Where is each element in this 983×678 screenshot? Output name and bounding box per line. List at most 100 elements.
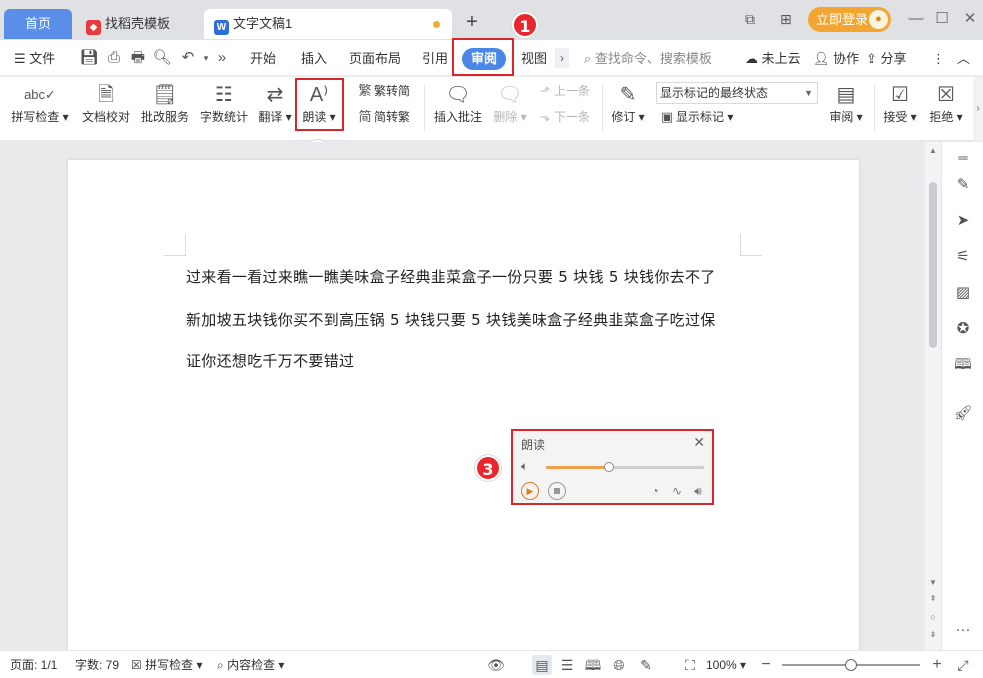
undo-icon[interactable]: ↶ [178,48,198,68]
spell-check-status[interactable]: ☒ 拼写检查 ▾ [131,657,202,673]
prev-page-icon[interactable]: ⇞ [925,594,941,603]
more-tabs-arrow-icon[interactable]: › [555,48,569,68]
pen-icon[interactable]: ✎ [953,175,973,195]
document-text-line[interactable]: 过来看一看过来瞧一瞧美味盒子经典韭菜盒子一份只要 5 块钱 5 块钱你去不了 [186,266,716,287]
trad-to-simp-button[interactable]: 繁繁转简 [356,81,410,101]
scroll-up-icon[interactable]: ▲ [925,146,941,155]
volume-icon[interactable]: 🔈︎ [521,459,528,474]
volume-slider-handle[interactable] [604,462,615,472]
image-edit-icon[interactable]: ▨ [953,283,973,303]
status-bar: 页面: 1/1 字数: 79 ☒ 拼写检查 ▾ ⌕ 内容检查 ▾ 👁︎ ▤ ☰ … [0,650,983,678]
review-pane-icon: ▤ [836,84,856,106]
document-text-line[interactable]: 证你还想吃千万不要错过 [186,350,354,371]
more-options-icon[interactable]: ⋮ [932,48,945,70]
ribbon-scroll-right-icon[interactable]: › [973,77,983,141]
export-pdf-icon[interactable]: ⎙ [104,48,124,68]
revise-button[interactable]: ✎ 修订 ▾ [608,81,648,133]
close-icon[interactable]: ✕ [693,434,705,451]
collab-button[interactable]: 👤︎ 协作 [813,48,859,70]
play-icon[interactable]: ▶ [521,482,539,500]
volume-slider[interactable] [546,462,704,472]
write-mode-icon[interactable]: ✎ [636,655,656,675]
doc-proof-button[interactable]: 🗎︎ 文档校对 [79,81,133,133]
share-button[interactable]: ⇪ 分享 [866,48,907,70]
trad-to-simp-label: 繁转简 [374,84,411,98]
next-comment-icon: ⬎ [539,109,551,124]
tab-start[interactable]: 开始 [250,48,276,70]
translate-button[interactable]: ⇄ 翻译 ▾ [255,81,295,133]
delete-comment-button[interactable]: 🗨︎ 删除 ▾ [490,81,530,133]
page-view-icon[interactable]: ▤ [532,655,552,675]
scroll-down-icon[interactable]: ▼ [925,578,941,587]
reject-button[interactable]: ☒ 拒绝 ▾ [926,81,966,133]
tab-home[interactable]: 首页 [4,9,72,39]
save-icon[interactable]: 💾︎ [79,48,99,68]
show-markup-button[interactable]: ▣ 显示标记 ▾ [658,107,734,127]
document-page[interactable]: 过来看一看过来瞧一瞧美味盒子经典韭菜盒子一份只要 5 块钱 5 块钱你去不了 新… [68,160,859,650]
vertical-scrollbar[interactable]: ▲ ▼ ⇞ ○ ⇟ [925,142,941,650]
word-count-button[interactable]: ☷ 字数统计 [197,81,251,133]
rocket-icon[interactable]: 🚀︎ [953,404,973,424]
word-count[interactable]: 字数: 79 [75,657,119,673]
fit-page-icon[interactable]: ⛶ [680,655,700,675]
tab-insert[interactable]: 插入 [301,48,327,70]
prev-comment-button[interactable]: ⬏ 上一条 [536,81,590,101]
cloud-status[interactable]: ☁ 未上云 [745,48,801,70]
new-tab-button[interactable]: + [460,10,484,34]
next-comment-button[interactable]: ⬎ 下一条 [536,107,590,127]
more-quick-icon[interactable]: » [212,48,232,68]
outline-view-icon[interactable]: ☰ [557,655,577,675]
minimize-icon[interactable]: — [904,8,928,30]
fullscreen-icon[interactable]: ⤢ [953,655,973,675]
print-icon[interactable]: 🖶︎ [128,48,148,68]
volume-slider-fill [546,466,610,469]
scrollbar-thumb[interactable] [929,182,937,348]
collapse-ribbon-icon[interactable]: ︿ [957,48,970,70]
simp-to-trad-button[interactable]: 简简转繁 [356,107,410,127]
markup-state-select[interactable]: 显示标记的最终状态 ▼ [656,82,818,104]
stop-icon[interactable] [548,482,566,500]
next-page-icon[interactable]: ⇟ [925,630,941,639]
reading-view-icon[interactable]: 🕮︎ [583,655,603,675]
tab-document[interactable]: W 文字文稿1 [204,9,452,39]
cursor-icon[interactable]: ➤ [953,211,973,231]
spell-check-button[interactable]: abc✓ 拼写检查 ▾ [8,81,72,133]
print-preview-icon[interactable]: 🔍︎ [152,48,172,68]
file-menu[interactable]: ☰ 文件 [14,48,55,70]
voice-wave-icon[interactable]: ∿ [669,482,685,500]
tab-view[interactable]: 视图 [521,48,547,70]
eye-protect-icon[interactable]: 👁︎ [486,655,506,675]
zoom-slider-handle[interactable] [845,659,857,671]
document-text-line[interactable]: 新加坡五块钱你买不到高压锅 5 块钱只要 5 块钱美味盒子经典韭菜盒子吃过保 [186,309,716,330]
insert-comment-button[interactable]: 🗨︎ 插入批注 [430,81,486,133]
web-view-icon[interactable]: 🌐︎ [609,655,629,675]
dual-window-icon[interactable]: ⧉ [745,8,755,30]
content-check-status[interactable]: ⌕ 内容检查 ▾ [217,657,284,673]
zoom-level[interactable]: 100% ▾ [706,657,746,673]
maximize-icon[interactable]: ☐ [930,8,954,30]
tab-references[interactable]: 引用 [422,48,448,70]
select-browse-icon[interactable]: ○ [925,612,941,622]
more-icon[interactable]: ··· [953,620,973,640]
apps-grid-icon[interactable]: ⊞ [780,8,792,30]
speed-icon[interactable]: ◔ [647,482,663,500]
close-window-icon[interactable]: ✕ [958,8,982,30]
tab-page-layout[interactable]: 页面布局 [349,48,401,70]
login-button[interactable]: 立即登录 ● [808,7,891,32]
tab-template[interactable]: ◆ 找稻壳模板 [76,9,200,39]
accept-button[interactable]: ☑ 接受 ▾ [880,81,920,133]
voice-settings-icon[interactable]: 🔊︎ [690,482,706,500]
content-check-label: 内容检查 [227,658,276,672]
zoom-slider[interactable] [782,659,920,671]
book-search-icon[interactable]: 🕮︎ [953,355,973,375]
zoom-in-icon[interactable]: + [927,655,947,675]
command-search[interactable]: ⌕ 查找命令、搜索模板 [584,48,712,70]
ribbon: abc✓ 拼写检查 ▾ 🗎︎ 文档校对 🗒︎ 批改服务 ☷ 字数统计 ⇄ 翻译 … [0,77,983,141]
cloud-label: 未上云 [761,51,801,66]
page-count[interactable]: 页面: 1/1 [10,657,57,673]
adjust-icon[interactable]: ⚟ [953,247,973,267]
zoom-out-icon[interactable]: − [756,655,776,675]
ai-icon[interactable]: ✪ [953,319,973,339]
correct-service-button[interactable]: 🗒︎ 批改服务 [138,81,192,133]
review-pane-button[interactable]: ▤ 审阅 ▾ [826,81,866,133]
